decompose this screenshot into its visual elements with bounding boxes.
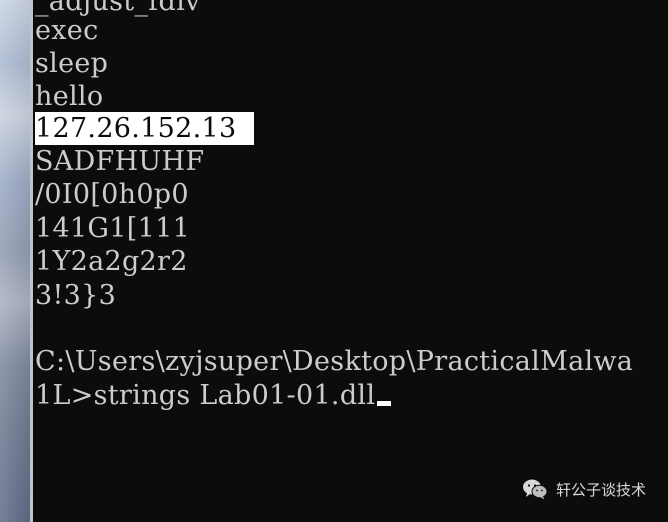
console-line: hello bbox=[35, 81, 104, 112]
console-line: 3!3}3 bbox=[35, 280, 117, 311]
selected-console-line[interactable]: 127.26.152.13 bbox=[35, 112, 255, 145]
screenshot: _adjust_fdiv exec sleep hello 127.26.152… bbox=[0, 0, 668, 522]
console-command-line[interactable]: 1L>strings Lab01-01.dll bbox=[35, 379, 392, 412]
console-line: SADFHUHF bbox=[35, 146, 205, 177]
watermark-label: 轩公子谈技术 bbox=[555, 480, 646, 499]
console-line: exec bbox=[35, 15, 99, 46]
wechat-icon bbox=[522, 478, 548, 500]
console-line: 141G1[111 bbox=[35, 213, 191, 244]
console-window[interactable]: _adjust_fdiv exec sleep hello 127.26.152… bbox=[33, 0, 668, 522]
console-line: /0I0[0h0p0 bbox=[35, 179, 189, 210]
console-command-text: 1L>strings Lab01-01.dll bbox=[35, 380, 376, 411]
watermark: 轩公子谈技术 bbox=[522, 478, 646, 500]
desktop-wallpaper bbox=[0, 0, 30, 522]
console-line: 1Y2a2g2r2 bbox=[35, 246, 188, 277]
console-line: sleep bbox=[35, 48, 109, 79]
console-prompt-path: C:\Users\zyjsuper\Desktop\PracticalMalwa bbox=[35, 346, 634, 377]
text-cursor bbox=[377, 401, 392, 406]
